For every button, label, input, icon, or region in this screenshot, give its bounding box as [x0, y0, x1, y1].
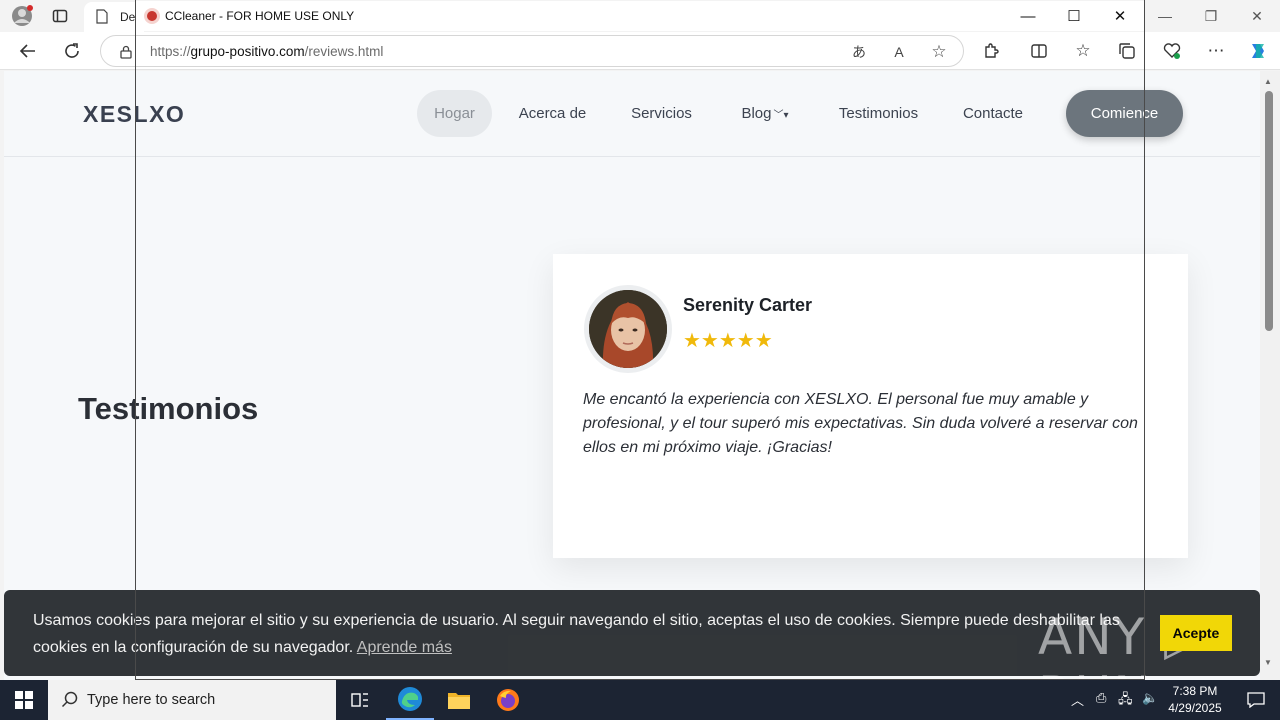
scroll-thumb[interactable]	[1265, 91, 1273, 331]
collections-icon[interactable]	[1113, 37, 1141, 65]
testimonial-quote: Me encantó la experiencia con XESLXO. El…	[583, 391, 1138, 456]
page-viewport: XESLXO Hogar Acerca de Servicios Blog ﹀▾ …	[4, 71, 1260, 680]
url-host: grupo-positivo.com	[190, 44, 305, 59]
browser-essentials-icon[interactable]	[1158, 37, 1186, 65]
page-scrollbar[interactable]: ▲ ▼	[1260, 71, 1280, 680]
windows-start-icon[interactable]	[0, 680, 48, 720]
favorites-icon[interactable]: ☆	[1069, 37, 1097, 65]
back-icon[interactable]	[14, 37, 42, 65]
notifications-icon[interactable]	[1232, 680, 1280, 720]
tray-chevron-icon[interactable]: ︿	[1071, 690, 1084, 709]
url-text[interactable]: https://grupo-positivo.com/reviews.html	[150, 44, 383, 59]
ccleaner-minimize-icon[interactable]: —	[1005, 1, 1051, 31]
testimonial-card: Serenity Carter ★★★★★ Me encantó la expe…	[553, 254, 1188, 558]
taskbar-clock[interactable]: 7:38 PM 4/29/2025	[1162, 683, 1228, 717]
cookie-message: Usamos cookies para mejorar el sitio y s…	[33, 607, 1123, 661]
url-path: /reviews.html	[304, 44, 384, 59]
windows-taskbar: Type here to search ︿ ⎙ 🖧 🔈 7:38 PM 4/29…	[0, 680, 1280, 720]
search-icon	[61, 691, 78, 713]
task-view-icon[interactable]	[336, 680, 384, 720]
clock-time: 7:38 PM	[1172, 684, 1218, 698]
reviewer-name: Serenity Carter	[683, 295, 813, 315]
site-logo[interactable]: XESLXO	[83, 101, 185, 128]
translate-icon[interactable]: あ	[847, 40, 871, 64]
nav-servicios[interactable]: Servicios	[621, 90, 702, 137]
minimize-icon[interactable]: —	[1142, 0, 1188, 32]
site-navbar: XESLXO Hogar Acerca de Servicios Blog ﹀▾ …	[4, 71, 1260, 157]
search-placeholder: Type here to search	[87, 692, 216, 708]
tab-actions-icon[interactable]	[48, 4, 72, 28]
taskbar-search[interactable]: Type here to search	[48, 680, 336, 720]
tray-device-icon[interactable]: ⎙	[1096, 690, 1106, 706]
address-bar[interactable]: https://grupo-positivo.com/reviews.html …	[100, 35, 964, 67]
cookie-banner: Usamos cookies para mejorar el sitio y s…	[4, 590, 1260, 680]
extensions-icon[interactable]	[977, 37, 1005, 65]
file-explorer-icon[interactable]	[435, 680, 483, 720]
firefox-icon[interactable]	[484, 680, 532, 720]
more-options-icon[interactable]: ⋯	[1202, 37, 1230, 65]
refresh-icon[interactable]	[58, 37, 86, 65]
read-aloud-icon[interactable]: A	[887, 40, 911, 64]
lock-icon[interactable]	[114, 40, 138, 64]
copilot-icon[interactable]	[1244, 37, 1272, 65]
accept-cookies-button[interactable]: Acepte	[1160, 615, 1232, 651]
rating-stars: ★★★★★	[683, 330, 773, 352]
section-title: Testimonios	[78, 391, 259, 426]
nav-acerca-de[interactable]: Acerca de	[510, 90, 595, 137]
browser-toolbar: https://grupo-positivo.com/reviews.html …	[0, 32, 1280, 70]
nav-testimonios[interactable]: Testimonios	[830, 90, 927, 137]
edge-taskbar-icon[interactable]	[386, 680, 434, 720]
ccleaner-title: CCleaner - FOR HOME USE ONLY	[165, 9, 355, 23]
nav-blog-label: Blog	[741, 105, 772, 122]
profile-icon[interactable]	[10, 4, 34, 28]
cookie-text: Usamos cookies para mejorar el sitio y s…	[33, 612, 1120, 656]
volume-icon[interactable]: 🔈	[1142, 690, 1158, 706]
url-scheme: https://	[150, 44, 191, 59]
ccleaner-titlebar[interactable]: CCleaner - FOR HOME USE ONLY — ☐ ✕	[136, 1, 1144, 31]
clock-date: 4/29/2025	[1168, 701, 1222, 715]
network-icon[interactable]: 🖧	[1118, 690, 1133, 712]
nav-blog[interactable]: Blog ﹀▾	[730, 90, 800, 137]
ccleaner-logo-icon	[144, 8, 160, 24]
ccleaner-close-icon[interactable]: ✕	[1097, 1, 1143, 31]
tab-title: De	[120, 10, 136, 24]
scroll-up-icon[interactable]: ▲	[1264, 77, 1272, 86]
avatar	[584, 285, 672, 373]
ccleaner-maximize-icon[interactable]: ☐	[1051, 1, 1097, 31]
scroll-down-icon[interactable]: ▼	[1264, 658, 1272, 667]
favorite-star-icon[interactable]: ☆	[927, 40, 951, 64]
chevron-down-icon: ﹀▾	[773, 110, 789, 121]
browser-tab[interactable]: De	[84, 2, 144, 32]
restore-icon[interactable]: ❐	[1188, 0, 1234, 32]
nav-hogar[interactable]: Hogar	[417, 90, 492, 137]
page-icon	[96, 9, 108, 27]
comience-button[interactable]: Comience	[1066, 90, 1183, 137]
learn-more-link[interactable]: Aprende más	[357, 639, 452, 656]
nav-contacte[interactable]: Contacte	[954, 90, 1032, 137]
close-icon[interactable]: ✕	[1234, 0, 1280, 32]
split-screen-icon[interactable]	[1025, 37, 1053, 65]
